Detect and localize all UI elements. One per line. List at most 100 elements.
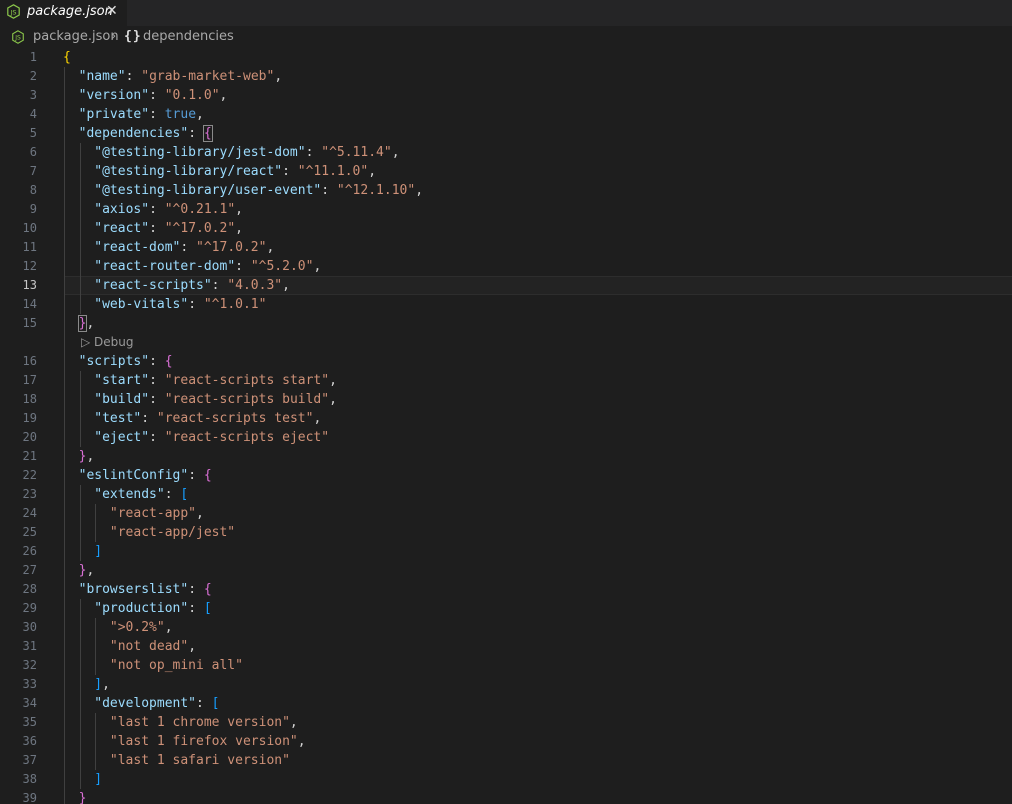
code-line[interactable]: 24 "react-app",: [0, 504, 1012, 523]
indent-guide: [64, 238, 65, 257]
code-token: ,: [196, 506, 204, 521]
code-token: ,: [313, 411, 322, 426]
code-token: :: [180, 240, 197, 255]
code-line[interactable]: 10 "react": "^17.0.2",: [0, 219, 1012, 238]
code-token: "extends": [94, 487, 165, 502]
code-line[interactable]: 7 "@testing-library/react": "^11.1.0",: [0, 162, 1012, 181]
code-line[interactable]: 28 "browserslist": {: [0, 580, 1012, 599]
code-line[interactable]: 9 "axios": "^0.21.1",: [0, 200, 1012, 219]
indent-guide: [79, 732, 81, 751]
code-line[interactable]: 18 "build": "react-scripts build",: [0, 390, 1012, 409]
breadcrumb-symbol[interactable]: dependencies: [143, 29, 234, 45]
code-token: ,: [86, 316, 95, 331]
code-line[interactable]: 15},: [0, 314, 1012, 333]
indent-guide: [95, 618, 97, 637]
indent-guide: [79, 257, 81, 276]
indent-guide: [64, 181, 65, 200]
code-line[interactable]: 30 ">0.2%",: [0, 618, 1012, 637]
code-token: "eject": [94, 430, 150, 445]
code-token: "last 1 chrome version": [109, 715, 290, 730]
indent-guide: [64, 656, 65, 675]
code-line[interactable]: 36 "last 1 firefox version",: [0, 732, 1012, 751]
line-number: 14: [22, 297, 37, 311]
code-line[interactable]: 35 "last 1 chrome version",: [0, 713, 1012, 732]
code-token: ,: [86, 449, 95, 464]
code-line[interactable]: 33],: [0, 675, 1012, 694]
code-token: :: [196, 696, 212, 711]
code-line[interactable]: 23 "extends": [: [0, 485, 1012, 504]
code-line[interactable]: 21},: [0, 447, 1012, 466]
indent-guide: [64, 200, 65, 219]
code-line[interactable]: 14 "web-vitals": "^1.0.1": [0, 295, 1012, 314]
code-line[interactable]: 29 "production": [: [0, 599, 1012, 618]
code-line[interactable]: 16 "scripts": {: [0, 352, 1012, 371]
code-text: "test": "react-scripts test",: [94, 409, 321, 428]
line-number: 6: [29, 145, 37, 159]
code-token: :: [305, 145, 322, 160]
code-line[interactable]: 26]: [0, 542, 1012, 561]
indent-guide: [64, 466, 65, 485]
code-text: "react": "^17.0.2",: [94, 219, 243, 238]
code-token: "^5.11.4": [321, 145, 392, 160]
code-line[interactable]: 4 "private": true,: [0, 105, 1012, 124]
code-line[interactable]: 1{: [0, 48, 1012, 67]
debug-codelens-link[interactable]: ▷ Debug: [81, 335, 134, 350]
code-line[interactable]: 39}: [0, 789, 1012, 804]
code-line[interactable]: 3 "version": "0.1.0",: [0, 86, 1012, 105]
code-line[interactable]: 37 "last 1 safari version": [0, 751, 1012, 770]
code-token: ,: [219, 88, 228, 103]
code-line[interactable]: 25 "react-app/jest": [0, 523, 1012, 542]
tab-package-json[interactable]: JS package.json ✕: [0, 0, 127, 26]
code-token: :: [149, 392, 165, 407]
code-line[interactable]: 5 "dependencies": {: [0, 124, 1012, 143]
code-text: "not op_mini all": [110, 656, 243, 675]
breadcrumb-file[interactable]: package.json: [33, 29, 119, 45]
code-token: true: [164, 107, 197, 122]
code-line[interactable]: 11 "react-dom": "^17.0.2",: [0, 238, 1012, 257]
code-line[interactable]: 19 "test": "react-scripts test",: [0, 409, 1012, 428]
indent-guide: [95, 504, 97, 523]
indent-guide: [95, 523, 97, 542]
code-token: :: [149, 88, 165, 103]
code-text: "scripts": {: [79, 352, 173, 371]
line-number: 19: [22, 411, 37, 425]
indent-guide: [79, 694, 81, 713]
code-token: :: [188, 126, 204, 141]
code-text: "axios": "^0.21.1",: [94, 200, 243, 219]
code-text: "private": true,: [79, 105, 204, 124]
code-token: :: [188, 297, 204, 312]
code-line[interactable]: 8 "@testing-library/user-event": "^12.1.1…: [0, 181, 1012, 200]
code-line[interactable]: 38]: [0, 770, 1012, 789]
code-line[interactable]: 20 "eject": "react-scripts eject": [0, 428, 1012, 447]
indent-guide: [79, 295, 81, 314]
code-token: "^0.21.1": [164, 202, 236, 217]
code-line[interactable]: 6 "@testing-library/jest-dom": "^5.11.4",: [0, 143, 1012, 162]
code-line[interactable]: 34 "development": [: [0, 694, 1012, 713]
code-token: "0.1.0": [164, 88, 220, 103]
code-token: [: [180, 487, 189, 502]
code-line[interactable]: 13 "react-scripts": "4.0.3",: [0, 276, 1012, 295]
code-line[interactable]: 12 "react-router-dom": "^5.2.0",: [0, 257, 1012, 276]
code-token: :: [211, 278, 228, 293]
indent-guide: [79, 162, 81, 181]
close-icon[interactable]: ✕: [106, 2, 118, 20]
code-token: ,: [164, 620, 173, 635]
code-line[interactable]: 27},: [0, 561, 1012, 580]
line-number: 28: [22, 582, 37, 596]
code-token: ,: [274, 69, 283, 84]
indent-guide: [79, 143, 81, 162]
line-number: 11: [22, 240, 37, 254]
code-line[interactable]: 31 "not dead",: [0, 637, 1012, 656]
code-token: "react": [94, 221, 150, 236]
indent-guide: [95, 751, 97, 770]
code-token: :: [188, 582, 204, 597]
code-token: "web-vitals": [94, 297, 189, 312]
code-line[interactable]: 17 "start": "react-scripts start",: [0, 371, 1012, 390]
code-editor[interactable]: 1{2 "name": "grab-market-web", 3 "version":…: [0, 48, 1012, 804]
code-line[interactable]: 22 "eslintConfig": {: [0, 466, 1012, 485]
code-token: ,: [196, 107, 204, 122]
code-token: ,: [266, 240, 275, 255]
code-line[interactable]: 32 "not op_mini all": [0, 656, 1012, 675]
code-line[interactable]: 2 "name": "grab-market-web",: [0, 67, 1012, 86]
code-token: ,: [329, 392, 337, 407]
